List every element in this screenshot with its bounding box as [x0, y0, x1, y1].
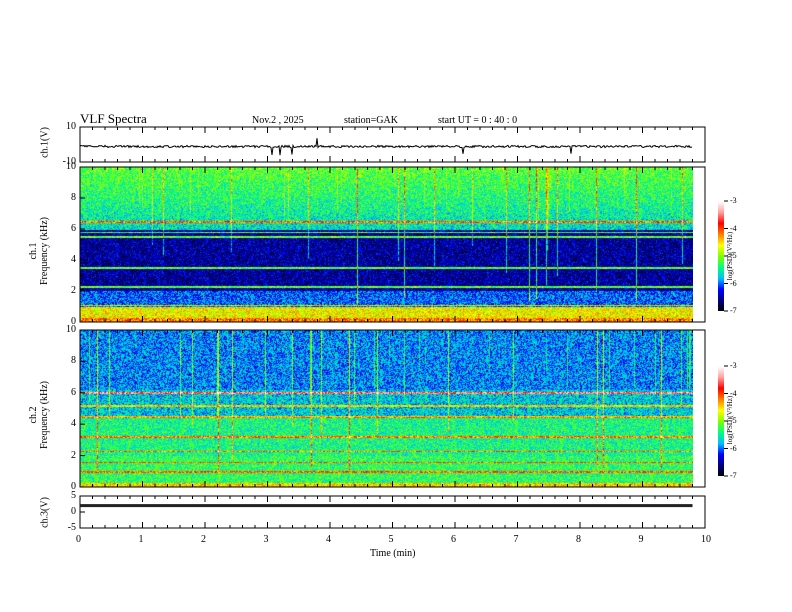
spec1-frame [79, 166, 706, 323]
ch1-spec-label: ch.1 Frequency (kHz) [28, 206, 50, 296]
x-tick-label: 1 [138, 534, 144, 545]
ch1-waveform [79, 138, 693, 156]
x-tick-label: 2 [201, 534, 206, 545]
ch3-y-tick-label: 0 [71, 506, 76, 517]
spec1-y-tick-label: 4 [71, 254, 76, 265]
spec2-frame [79, 329, 706, 488]
colorbar2-tick-label: -5 [730, 416, 737, 425]
spec2-y-tick-label: 8 [71, 355, 76, 367]
ch3-voltage-label: ch.3(V) [39, 497, 51, 528]
ch1-y-tick-label: 10 [66, 121, 76, 132]
plot-axes [79, 126, 728, 529]
spec2-y-tick-label: 10 [66, 324, 76, 335]
ch1-freq-label: Frequency (kHz) [39, 216, 50, 286]
x-tick-label: 5 [388, 534, 394, 545]
spec1-y-tick-label: 10 [66, 161, 76, 172]
colorbar1-tick-label: -6 [730, 278, 737, 288]
x-tick-label: 8 [576, 534, 581, 545]
colorbar1-tick-label: -5 [730, 251, 737, 260]
ch1-voltage-label: ch.1(V) [39, 127, 51, 158]
x-tick-label: 9 [638, 534, 644, 545]
x-axis-label: Time (min) [370, 548, 416, 559]
spec1-y-tick-label: 2 [71, 285, 76, 296]
colorbar1-tick-label: -7 [730, 306, 737, 315]
ch3-waveform [80, 504, 693, 508]
x-tick-label: 10 [701, 534, 711, 545]
x-tick-label: 6 [451, 534, 456, 545]
ch3-y-tick-label: -5 [67, 522, 76, 533]
colorbar2-tick-label: -6 [730, 443, 737, 453]
ch1-name: ch.1 [28, 242, 39, 260]
ch3-y-tick-label: 5 [71, 490, 76, 501]
spec2-y-tick-label: 4 [71, 418, 76, 430]
colorbar2-tick-label: -7 [730, 471, 737, 480]
colorbar2-tick-label: -4 [730, 388, 737, 398]
ch2-freq-label: Frequency (kHz) [39, 380, 50, 450]
colorbar1-tick-label: -3 [730, 196, 737, 205]
spec1-y-tick-label: 8 [71, 192, 76, 203]
spec1-y-tick-label: 6 [71, 223, 76, 234]
spec2-y-tick-label: 6 [71, 386, 76, 398]
ch2-name: ch.2 [28, 406, 39, 424]
x-tick-label: 4 [326, 534, 331, 545]
x-tick-label: 3 [263, 534, 269, 545]
x-tick-label: 0 [76, 534, 81, 545]
colorbar2-tick-label: -3 [730, 361, 737, 370]
ch2-spec-label: ch.2 Frequency (kHz) [28, 370, 50, 460]
x-tick-label: 7 [513, 534, 519, 545]
colorbar1-tick-label: -4 [730, 223, 737, 233]
spec2-y-tick-label: 2 [71, 449, 76, 461]
